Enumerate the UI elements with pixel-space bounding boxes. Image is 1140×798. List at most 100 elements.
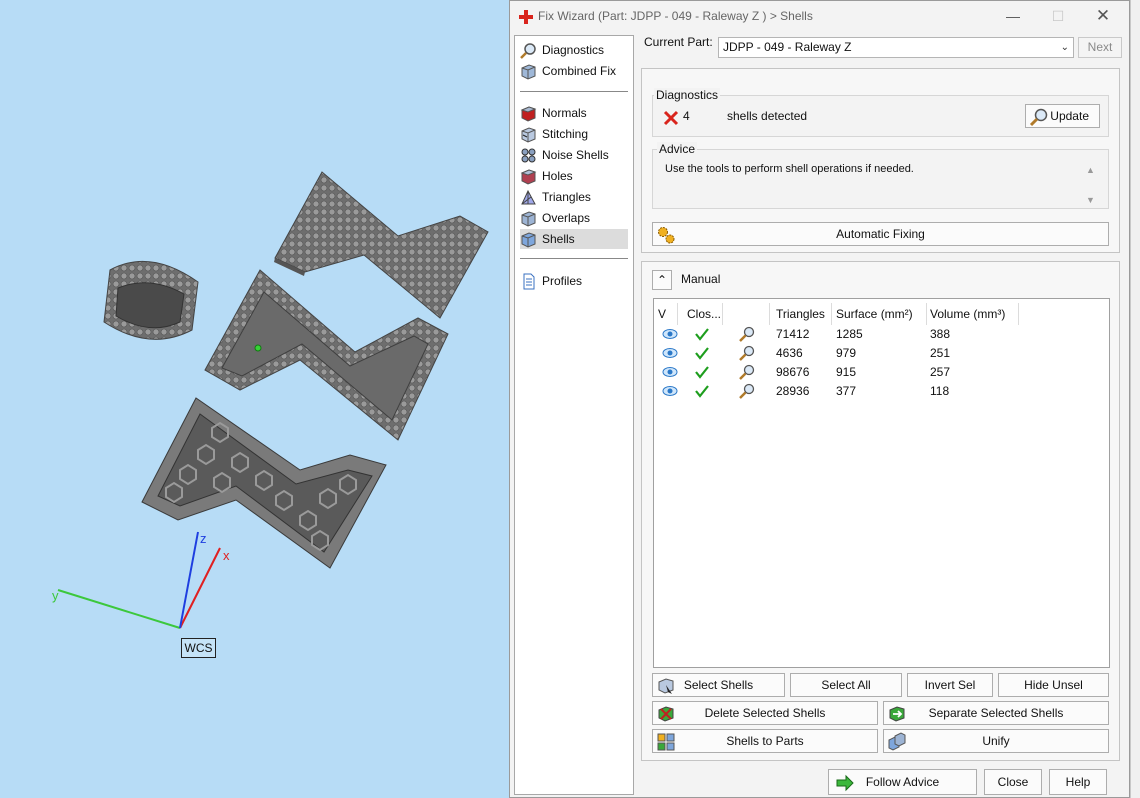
hide-unsel-button[interactable]: Hide Unsel — [998, 673, 1109, 697]
follow-advice-button[interactable]: Follow Advice — [828, 769, 977, 795]
current-part-select[interactable]: JDPP - 049 - Raleway Z ⌄ — [718, 37, 1074, 58]
error-x-icon — [663, 110, 679, 126]
chevron-down-icon: ⌄ — [1060, 42, 1069, 53]
unify-label: Unify — [982, 734, 1010, 748]
advice-text: Use the tools to perform shell operation… — [665, 163, 914, 175]
eye-icon[interactable] — [662, 385, 678, 397]
nav-item-label: Overlaps — [542, 211, 591, 225]
surface-cell: 979 — [836, 346, 857, 360]
triangles-icon — [521, 189, 536, 204]
manual-title: Manual — [681, 272, 721, 286]
magnifier-icon — [1029, 108, 1048, 127]
nav-item-normals[interactable]: Normals — [520, 103, 628, 123]
column-header-closed[interactable]: Clos... — [683, 303, 723, 325]
help-button[interactable]: Help — [1049, 769, 1107, 795]
maximize-button[interactable]: ☐ — [1043, 5, 1073, 27]
next-button[interactable]: Next — [1078, 37, 1122, 58]
nav-item-profiles[interactable]: Profiles — [520, 271, 628, 291]
document-icon — [523, 273, 535, 289]
zoom-to-shell-icon[interactable] — [738, 326, 756, 343]
table-row[interactable]: 28936 377 118 — [654, 382, 1109, 401]
checkmark-icon — [695, 347, 709, 360]
separate-selected-shells-button[interactable]: Separate Selected Shells — [883, 701, 1109, 725]
diagnostics-title: Diagnostics — [654, 88, 721, 102]
eye-icon[interactable] — [662, 347, 678, 359]
update-button[interactable]: Update — [1025, 104, 1100, 128]
zoom-to-shell-icon[interactable] — [738, 383, 756, 400]
separate-shells-icon — [889, 706, 905, 722]
nav-item-label: Diagnostics — [542, 43, 605, 57]
checkmark-icon — [695, 385, 709, 398]
select-all-button[interactable]: Select All — [790, 673, 902, 697]
column-header-volume[interactable]: Volume (mm³) — [926, 303, 1019, 325]
invert-sel-button[interactable]: Invert Sel — [907, 673, 993, 697]
follow-advice-label: Follow Advice — [865, 775, 940, 789]
overlaps-cube-icon — [521, 210, 536, 227]
unify-button[interactable]: Unify — [883, 729, 1109, 753]
close-button[interactable]: Close — [984, 769, 1042, 795]
close-window-button[interactable]: ✕ — [1088, 5, 1118, 27]
nav-item-label: Normals — [542, 106, 587, 120]
scroll-up-icon[interactable]: ▲ — [1086, 165, 1095, 175]
volume-cell: 257 — [930, 365, 951, 379]
collapse-manual-button[interactable]: ⌃ — [652, 270, 672, 290]
volume-cell: 388 — [930, 327, 951, 341]
minimize-button[interactable]: — — [998, 5, 1028, 27]
column-header-v[interactable]: V — [654, 303, 678, 325]
z-axis-label: z — [200, 531, 207, 546]
wizard-nav: Diagnostics Combined Fix Normals Stitchi… — [514, 35, 634, 795]
nav-item-holes[interactable]: Holes — [520, 166, 628, 186]
normals-cube-icon — [520, 105, 537, 122]
cube-icon — [521, 63, 536, 80]
wcs-axes: y x z — [52, 531, 230, 629]
model-render: y x z — [52, 171, 489, 629]
surface-cell: 1285 — [836, 327, 863, 341]
nav-item-label: Profiles — [542, 274, 583, 288]
shells-to-parts-label: Shells to Parts — [726, 734, 804, 748]
window-title: Fix Wizard (Part: JDPP - 049 - Raleway Z… — [538, 9, 813, 23]
eye-icon[interactable] — [662, 366, 678, 378]
holes-cube-icon — [520, 168, 537, 185]
x-axis-label: x — [223, 548, 230, 563]
column-header-triangles[interactable]: Triangles — [772, 303, 832, 325]
nav-item-label: Shells — [542, 232, 575, 246]
green-arrow-icon — [836, 774, 854, 792]
delete-shells-icon — [658, 706, 674, 722]
nav-item-noise-shells[interactable]: Noise Shells — [520, 145, 628, 165]
shells-cube-icon — [521, 231, 536, 248]
table-row[interactable]: 98676 915 257 — [654, 363, 1109, 382]
diagnostics-message: shells detected — [727, 109, 808, 123]
3d-viewport[interactable]: y x z WCS — [0, 0, 510, 798]
wcs-label: WCS — [181, 638, 216, 658]
checkmark-icon — [695, 328, 709, 341]
nav-item-diagnostics[interactable]: Diagnostics — [520, 40, 628, 60]
current-part-value: JDPP - 049 - Raleway Z — [723, 40, 852, 54]
nav-item-stitching[interactable]: Stitching — [520, 124, 628, 144]
nav-item-overlaps[interactable]: Overlaps — [520, 208, 628, 228]
triangles-cell: 4636 — [776, 346, 803, 360]
zoom-to-shell-icon[interactable] — [738, 345, 756, 362]
shells-to-parts-button[interactable]: Shells to Parts — [652, 729, 878, 753]
column-header-zoom[interactable] — [723, 303, 770, 325]
nav-item-label: Noise Shells — [542, 148, 609, 162]
nav-item-shells[interactable]: Shells — [520, 229, 628, 249]
triangles-cell: 98676 — [776, 365, 810, 379]
advice-title: Advice — [657, 142, 698, 156]
nav-item-triangles[interactable]: Triangles — [520, 187, 628, 207]
nav-divider — [520, 258, 628, 259]
automatic-fixing-button[interactable]: Automatic Fixing — [652, 222, 1109, 246]
scroll-down-icon[interactable]: ▼ — [1086, 195, 1095, 205]
shell-count: 4 — [683, 109, 690, 123]
zoom-to-shell-icon[interactable] — [738, 364, 756, 381]
middle-z-shell — [204, 269, 449, 441]
table-row[interactable]: 71412 1285 388 — [654, 325, 1109, 344]
nav-item-combined-fix[interactable]: Combined Fix — [520, 61, 628, 81]
volume-cell: 251 — [930, 346, 951, 360]
select-cube-icon — [658, 678, 674, 694]
update-label: Update — [1050, 109, 1089, 123]
table-row[interactable]: 4636 979 251 — [654, 344, 1109, 363]
eye-icon[interactable] — [662, 328, 678, 340]
select-shells-button[interactable]: Select Shells — [652, 673, 785, 697]
delete-selected-shells-button[interactable]: Delete Selected Shells — [652, 701, 878, 725]
column-header-surface[interactable]: Surface (mm²) — [832, 303, 927, 325]
